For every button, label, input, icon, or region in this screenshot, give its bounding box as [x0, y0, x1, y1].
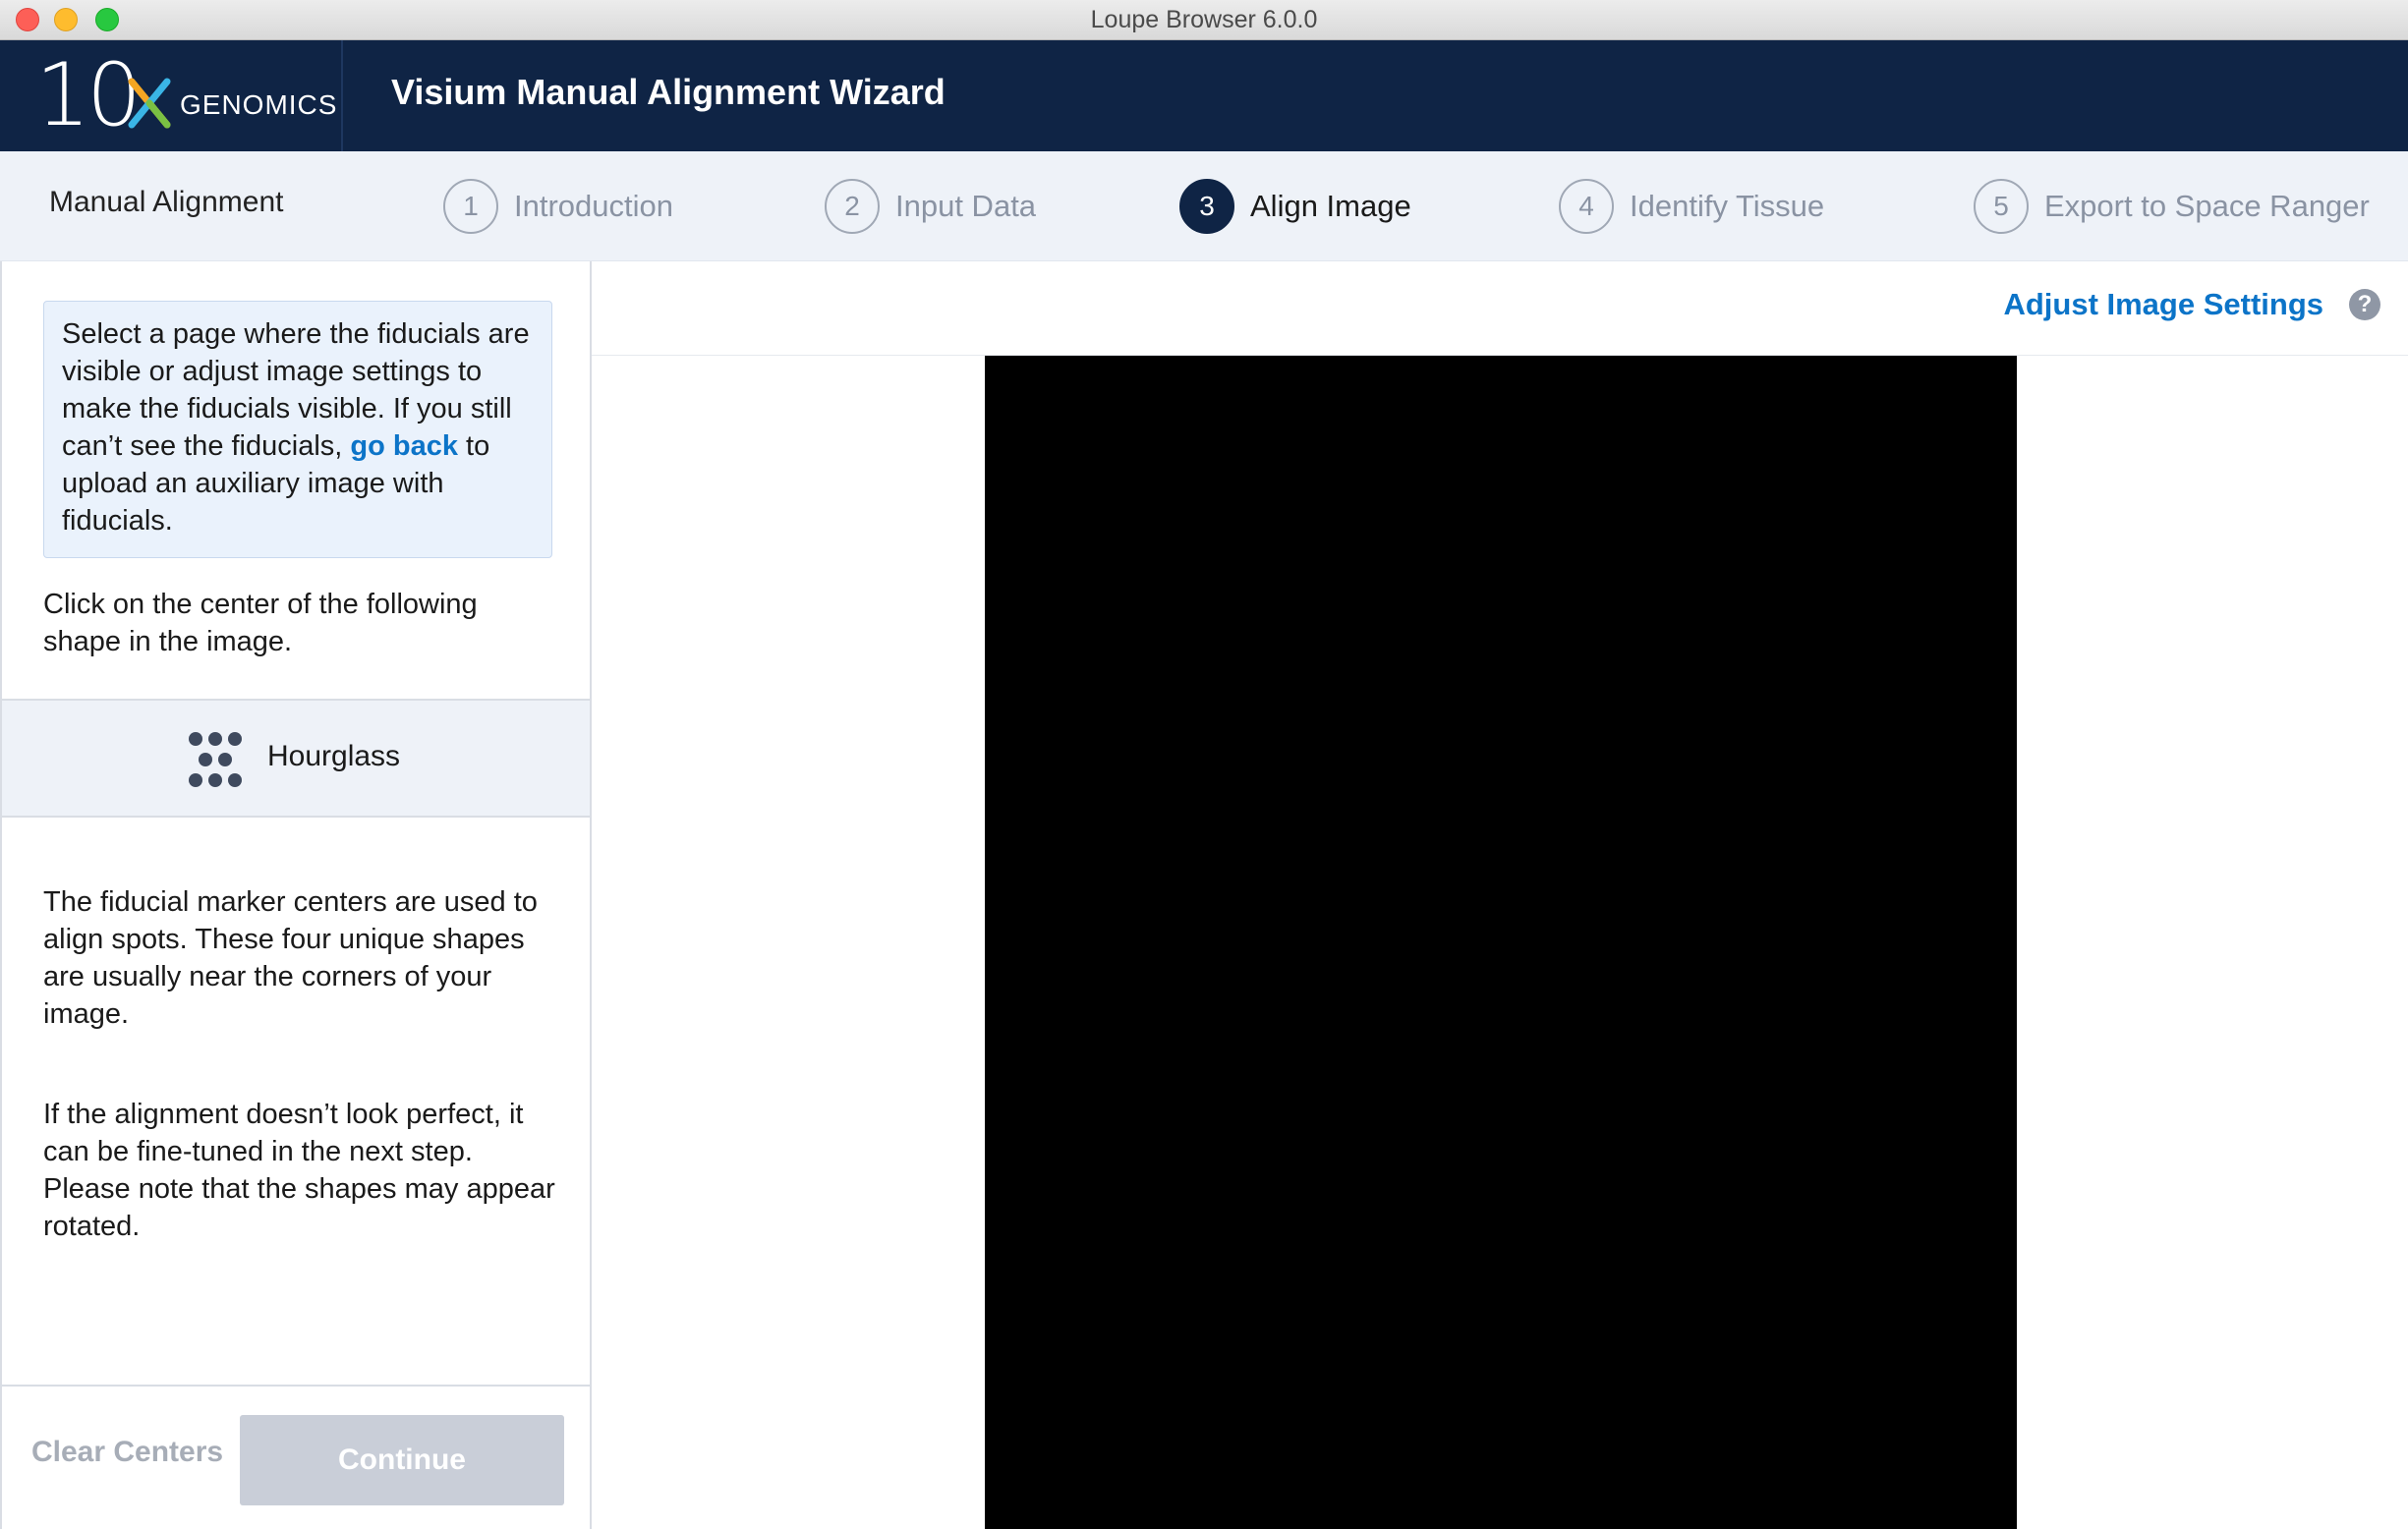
logo-number: 10: [35, 44, 142, 145]
step-number: 4: [1559, 179, 1614, 234]
step-input-data[interactable]: 2 Input Data: [825, 179, 1036, 234]
step-align-image[interactable]: 3 Align Image: [1179, 179, 1411, 234]
description-fine-tune: If the alignment doesn’t look perfect, i…: [43, 1099, 555, 1242]
step-label: Introduction: [514, 189, 673, 223]
step-number: 2: [825, 179, 880, 234]
viewer-toolbar: Adjust Image Settings ?: [592, 261, 2408, 356]
step-label: Identify Tissue: [1630, 189, 1825, 223]
step-introduction[interactable]: 1 Introduction: [443, 179, 673, 234]
logo: 10 GENOMICS: [0, 40, 343, 151]
step-number: 1: [443, 179, 498, 234]
page-title: Visium Manual Alignment Wizard: [391, 72, 946, 112]
step-label: Align Image: [1250, 189, 1411, 223]
logo-text: GENOMICS: [180, 89, 338, 120]
clear-centers-button[interactable]: Clear Centers: [31, 1436, 223, 1469]
sidebar-footer: Clear Centers Continue: [2, 1385, 590, 1529]
alignment-sidebar: Select a page where the fiducials are vi…: [0, 261, 592, 1529]
target-shape-panel: Hourglass: [2, 699, 590, 818]
info-box: Select a page where the fiducials are vi…: [43, 301, 552, 558]
description-fiducials: The fiducial marker centers are used to …: [43, 886, 538, 1030]
help-icon[interactable]: ?: [2349, 289, 2380, 320]
shape-name: Hourglass: [267, 740, 401, 772]
logo-x-icon: [128, 78, 171, 129]
tissue-image-canvas[interactable]: [985, 356, 2017, 1529]
step-number: 5: [1974, 179, 2029, 234]
window-title: Loupe Browser 6.0.0: [1090, 6, 1318, 33]
image-viewer: Adjust Image Settings ?: [592, 261, 2408, 1529]
wizard-steps-bar: Manual Alignment 1 Introduction 2 Input …: [0, 151, 2408, 261]
go-back-link[interactable]: go back: [350, 430, 458, 462]
continue-button[interactable]: Continue: [240, 1415, 564, 1505]
step-identify-tissue[interactable]: 4 Identify Tissue: [1559, 179, 1824, 234]
step-number: 3: [1179, 179, 1234, 234]
step-export-to-space-ranger[interactable]: 5 Export to Space Ranger: [1974, 179, 2370, 234]
step-label: Export to Space Ranger: [2044, 189, 2370, 223]
section-label: Manual Alignment: [49, 186, 284, 218]
adjust-image-settings-link[interactable]: Adjust Image Settings: [2003, 287, 2323, 322]
instruction-text: Click on the center of the following sha…: [43, 589, 478, 657]
window-titlebar: Loupe Browser 6.0.0: [0, 0, 2408, 40]
hourglass-dots-icon: [189, 732, 242, 787]
step-label: Input Data: [895, 189, 1037, 223]
app-header: 10 GENOMICS Visium Manual Alignment Wiza…: [0, 40, 2408, 151]
